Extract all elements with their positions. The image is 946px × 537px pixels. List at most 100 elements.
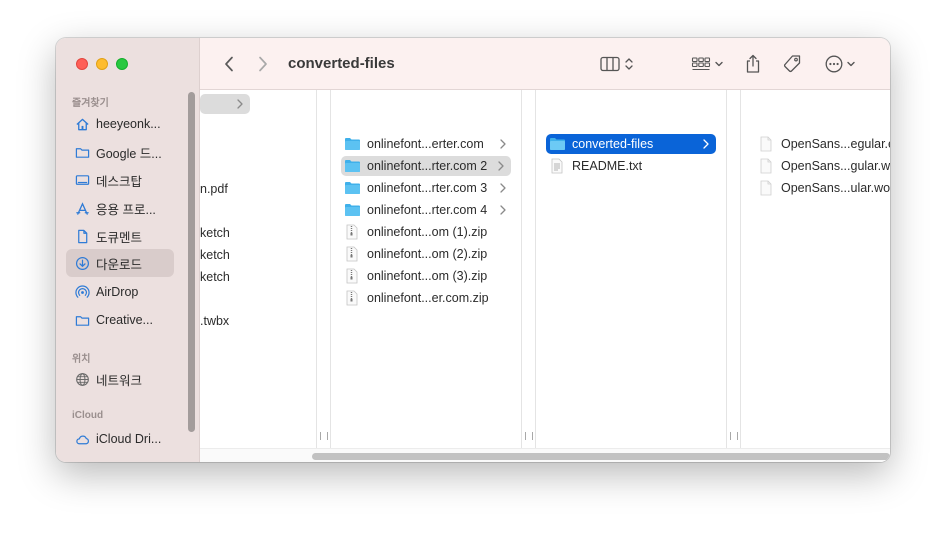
list-item[interactable]: onlinefont...om (3).zip: [343, 266, 513, 286]
list-item[interactable]: OpenSans...ular.woff2: [757, 178, 890, 198]
column-browser: n.pdf ketch ketch ketch .twbx onlinefont…: [200, 90, 890, 462]
document-icon: [78, 229, 88, 243]
item-label: OpenSans...ular.woff2: [781, 181, 890, 195]
sidebar-item-label: Creative...: [96, 313, 153, 327]
zip-file-icon: [346, 246, 358, 262]
list-item[interactable]: onlinefont...rter.com 3: [343, 178, 513, 198]
sidebar-item-applications[interactable]: 응용 프로...: [66, 194, 174, 222]
sidebar-item-label: 네트워크: [96, 373, 143, 388]
horizontal-scrollbar-track[interactable]: [200, 448, 890, 462]
sidebar-item-label: 다운로드: [96, 257, 143, 272]
item-label: onlinefont...rter.com 3: [367, 181, 488, 195]
list-item[interactable]: ketch: [200, 267, 230, 287]
sidebar-item-home[interactable]: heeyeonk...: [66, 110, 174, 138]
list-item[interactable]: onlinefont...er.com.zip: [343, 288, 513, 308]
item-label: OpenSans...egular.eot: [781, 137, 890, 151]
sidebar-item-downloads[interactable]: 다운로드: [66, 249, 174, 277]
column-view-icon: [600, 56, 620, 72]
file-icon: [760, 180, 772, 196]
column-resize-handle[interactable]: [525, 432, 533, 442]
chevron-left-icon: [225, 56, 233, 72]
list-item[interactable]: onlinefont...rter.com 4: [343, 200, 513, 220]
download-icon: [75, 256, 90, 270]
column-resize-handle[interactable]: [730, 432, 738, 442]
grid-icon: [691, 57, 710, 71]
list-item[interactable]: onlinefont...om (2).zip: [343, 244, 513, 264]
zip-file-icon: [346, 224, 358, 240]
list-item[interactable]: onlinefont...erter.com: [343, 134, 513, 154]
list-item[interactable]: n.pdf: [200, 179, 228, 199]
item-label: onlinefont...rter.com 4: [367, 203, 488, 217]
chevron-right-icon: [237, 99, 243, 109]
tags-button[interactable]: [780, 52, 804, 76]
list-item-selected[interactable]: converted-files: [546, 134, 716, 154]
list-item[interactable]: ketch: [200, 223, 230, 243]
column-divider[interactable]: [316, 90, 317, 448]
item-label: OpenSans...gular.woff: [781, 159, 890, 173]
sidebar-item-google-drive[interactable]: Google 드...: [66, 138, 174, 166]
home-icon: [76, 118, 89, 130]
item-label: ketch: [200, 226, 230, 240]
share-button[interactable]: [742, 52, 764, 76]
window-title: converted-files: [288, 55, 395, 72]
desktop-icon: [75, 174, 90, 185]
item-label: converted-files: [572, 137, 654, 151]
back-button[interactable]: [218, 52, 240, 76]
column-divider[interactable]: [521, 90, 522, 448]
column-onlinefont: onlinefont...erter.com onlinefont...rter…: [331, 90, 521, 448]
list-item[interactable]: onlinefont...om (1).zip: [343, 222, 513, 242]
finder-window: 즐겨찾기 heeyeonk... Google 드... 데스크탑 응용 프로.…: [56, 38, 890, 462]
toolbar: converted-files: [200, 38, 890, 90]
column-resize-handle[interactable]: [320, 432, 328, 442]
group-button[interactable]: [688, 52, 726, 76]
chevron-down-icon: [714, 61, 723, 67]
close-window-button[interactable]: [76, 58, 88, 70]
item-label: onlinefont...er.com.zip: [367, 291, 489, 305]
column-converted-files: OpenSans...egular.eot OpenSans...gular.w…: [741, 90, 890, 448]
forward-button[interactable]: [252, 52, 274, 76]
view-mode-button[interactable]: [596, 52, 638, 76]
sidebar-item-label: iCloud Dri...: [96, 432, 162, 446]
column-divider[interactable]: [726, 90, 727, 448]
item-label: onlinefont...om (3).zip: [367, 269, 488, 283]
more-actions-button[interactable]: [822, 52, 858, 76]
list-item[interactable]: README.txt: [548, 156, 718, 176]
sidebar-item-desktop[interactable]: 데스크탑: [66, 166, 174, 194]
sidebar-scrollbar[interactable]: [188, 92, 195, 432]
chevron-right-icon: [500, 205, 506, 215]
sidebar-item-documents[interactable]: 도큐멘트: [66, 222, 174, 250]
applications-icon: [76, 201, 89, 215]
sidebar-item-airdrop[interactable]: AirDrop: [66, 278, 174, 306]
zip-file-icon: [346, 268, 358, 284]
file-icon: [760, 158, 772, 174]
sidebar: 즐겨찾기 heeyeonk... Google 드... 데스크탑 응용 프로.…: [56, 38, 200, 462]
list-item[interactable]: [200, 94, 250, 114]
item-label: .twbx: [200, 314, 230, 328]
chevron-down-icon: [846, 61, 855, 67]
horizontal-scrollbar-thumb[interactable]: [312, 453, 890, 460]
sidebar-item-creative-cloud[interactable]: Creative...: [66, 306, 174, 334]
chevron-right-icon: [500, 183, 506, 193]
item-label: README.txt: [572, 159, 643, 173]
folder-icon: [75, 147, 90, 158]
share-icon: [746, 54, 760, 73]
list-item[interactable]: onlinefont...rter.com 2: [341, 156, 511, 176]
zip-file-icon: [346, 290, 358, 306]
folder-icon: [344, 138, 360, 150]
zoom-window-button[interactable]: [116, 58, 128, 70]
sidebar-item-network[interactable]: 네트워크: [66, 365, 174, 393]
chevron-right-icon: [703, 139, 709, 149]
list-item[interactable]: OpenSans...egular.eot: [757, 134, 890, 154]
list-item[interactable]: ketch: [200, 245, 230, 265]
sidebar-item-label: 데스크탑: [96, 174, 143, 189]
item-label: onlinefont...erter.com: [367, 137, 484, 151]
minimize-window-button[interactable]: [96, 58, 108, 70]
folder-icon: [344, 204, 360, 216]
list-item[interactable]: .twbx: [200, 311, 229, 331]
sidebar-item-icloud-drive[interactable]: iCloud Dri...: [66, 425, 174, 453]
list-item[interactable]: OpenSans...gular.woff: [757, 156, 890, 176]
item-label: onlinefont...om (1).zip: [367, 225, 488, 239]
item-label: onlinefont...rter.com 2: [367, 159, 488, 173]
item-label: ketch: [200, 248, 230, 262]
item-label: onlinefont...om (2).zip: [367, 247, 488, 261]
